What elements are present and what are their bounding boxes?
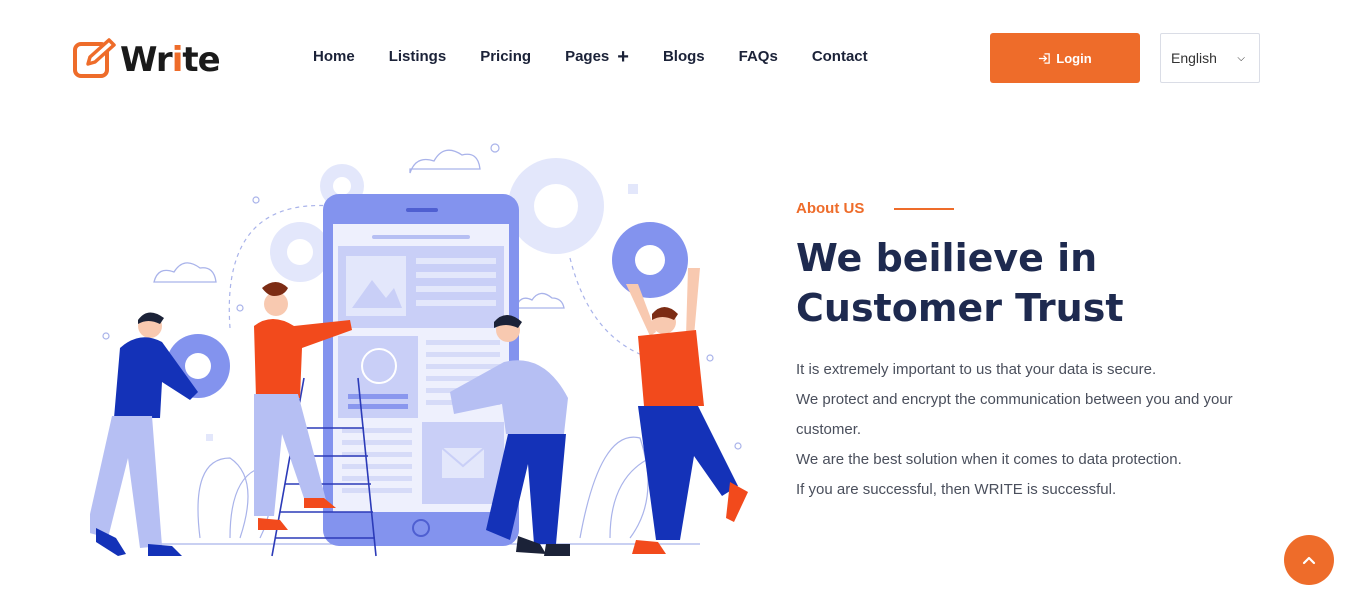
team-building-app-illustration [90, 143, 748, 557]
site-header: Write Home Listings Pricing Pages + Blog… [0, 0, 1363, 116]
about-title: We beilieve in Customer Trust [796, 233, 1266, 333]
gear-icon [612, 222, 688, 298]
language-select[interactable]: English ⌵ [1160, 33, 1260, 83]
nav-item-faqs[interactable]: FAQs [739, 48, 778, 65]
about-paragraph: We are the best solution when it comes t… [796, 451, 1182, 468]
about-title-line2: Customer Trust [796, 286, 1124, 330]
login-button[interactable]: Login [990, 33, 1140, 83]
chevron-down-icon: ⌵ [1237, 52, 1245, 64]
about-title-line1: We beilieve in [796, 236, 1098, 280]
about-paragraph: We protect and encrypt the communication… [796, 391, 1233, 438]
about-paragraph: If you are successful, then WRITE is suc… [796, 481, 1117, 498]
about-tag-divider [894, 207, 955, 210]
nav-item-blogs[interactable]: Blogs [663, 48, 705, 65]
nav-item-pages-label: Pages [565, 48, 610, 65]
language-select-value: English [1171, 50, 1217, 66]
nav-item-home[interactable]: Home [313, 48, 355, 65]
nav-item-pages[interactable]: Pages + [565, 45, 629, 68]
nav-item-pricing[interactable]: Pricing [480, 48, 531, 65]
about-tag: About US [796, 200, 1266, 217]
about-description: It is extremely important to us that you… [796, 355, 1266, 505]
about-paragraph: It is extremely important to us that you… [796, 361, 1157, 378]
site-logo[interactable]: Write [72, 36, 221, 80]
login-button-label: Login [1056, 50, 1092, 66]
chevron-up-icon [1302, 556, 1316, 565]
about-section: About US We beilieve in Customer Trust I… [796, 200, 1266, 505]
login-icon [1039, 52, 1051, 64]
main-nav: Home Listings Pricing Pages + Blogs FAQs… [313, 45, 902, 68]
logo-wordmark: Write [120, 40, 221, 80]
edit-square-icon [73, 38, 116, 78]
plus-icon: + [617, 45, 629, 68]
about-tag-label: About US [796, 200, 865, 217]
nav-item-listings[interactable]: Listings [389, 48, 447, 65]
nav-item-contact[interactable]: Contact [812, 48, 868, 65]
scroll-to-top-button[interactable] [1284, 535, 1334, 585]
